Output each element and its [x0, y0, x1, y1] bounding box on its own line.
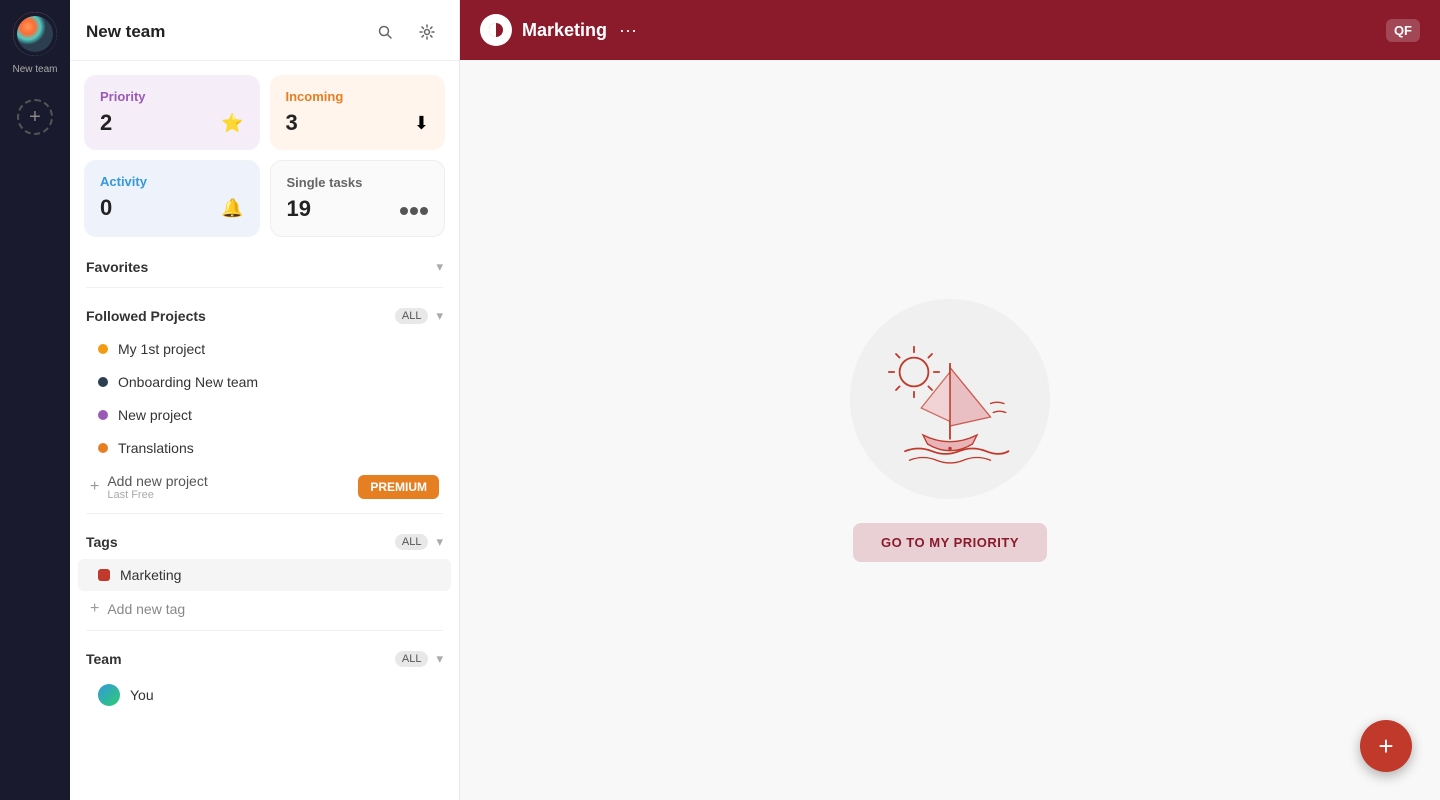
project-item-1st[interactable]: My 1st project: [78, 333, 451, 365]
incoming-row: 3 ⬇: [286, 110, 430, 136]
priority-row: 2 ⭐: [100, 110, 244, 136]
project-item-new[interactable]: New project: [78, 399, 451, 431]
add-tag-icon: +: [90, 600, 99, 618]
member-avatar: [98, 684, 120, 706]
priority-label: Priority: [100, 89, 244, 104]
illustration-container: [850, 299, 1050, 499]
team-header-right: ALL ▾: [395, 651, 443, 667]
qf-label: QF: [1394, 23, 1412, 38]
search-button[interactable]: [369, 16, 401, 48]
activity-count: 0: [100, 195, 112, 221]
add-icon: +: [90, 478, 99, 496]
add-tag-item[interactable]: + Add new tag: [70, 592, 459, 626]
team-section-header[interactable]: Team ALL ▾: [70, 635, 459, 675]
favorites-chevron: ▾: [436, 259, 443, 275]
followed-projects-chevron: ▾: [436, 308, 443, 324]
project-label: Translations: [118, 440, 194, 456]
single-tasks-label: Single tasks: [287, 175, 429, 190]
team-member-you[interactable]: You: [78, 676, 451, 714]
fab-button[interactable]: +: [1360, 720, 1412, 772]
add-project-item[interactable]: + Add new project Last Free PREMIUM: [70, 465, 459, 509]
header-logo: [480, 14, 512, 46]
team-badge: ALL: [395, 651, 429, 667]
sidebar: New team Priority 2 ⭐: [70, 0, 460, 800]
add-tag-label: Add new tag: [107, 601, 185, 617]
more-options-button[interactable]: ···: [619, 20, 637, 41]
sailboat-illustration: [860, 309, 1040, 489]
favorites-section-header[interactable]: Favorites ▾: [70, 243, 459, 283]
activity-icon: 🔔: [221, 198, 243, 219]
team-title: Team: [86, 651, 122, 667]
avatar[interactable]: [13, 12, 57, 56]
project-label: My 1st project: [118, 341, 205, 357]
projects-list: My 1st project Onboarding New team New p…: [70, 332, 459, 509]
tags-title: Tags: [86, 534, 118, 550]
tags-header-right: ALL ▾: [395, 534, 443, 550]
project-label: New project: [118, 407, 192, 423]
divider-2: [86, 513, 443, 514]
tags-section-header[interactable]: Tags ALL ▾: [70, 518, 459, 558]
tag-item-marketing[interactable]: Marketing: [78, 559, 451, 591]
activity-card[interactable]: Activity 0 🔔: [84, 160, 260, 237]
sidebar-header-icons: [369, 16, 443, 48]
main-header-title: Marketing: [522, 20, 607, 41]
followed-projects-section-header[interactable]: Followed Projects ALL ▾: [70, 292, 459, 332]
followed-projects-header-right: ALL ▾: [395, 308, 443, 324]
search-icon: [377, 24, 393, 40]
project-dot: [98, 410, 108, 420]
priority-count: 2: [100, 110, 112, 136]
project-dot: [98, 377, 108, 387]
gear-icon: [419, 24, 435, 40]
tags-badge: ALL: [395, 534, 429, 550]
illustration-area: GO TO MY PRIORITY: [460, 60, 1440, 800]
project-item-translations[interactable]: Translations: [78, 432, 451, 464]
tags-chevron: ▾: [436, 534, 443, 550]
icon-bar: New team +: [0, 0, 70, 800]
project-item-onboarding[interactable]: Onboarding New team: [78, 366, 451, 398]
incoming-card[interactable]: Incoming 3 ⬇: [270, 75, 446, 150]
incoming-count: 3: [286, 110, 298, 136]
settings-button[interactable]: [411, 16, 443, 48]
project-dot: [98, 344, 108, 354]
sidebar-header: New team: [70, 0, 459, 61]
divider-1: [86, 287, 443, 288]
main-header: Marketing ··· QF: [460, 0, 1440, 60]
activity-row: 0 🔔: [100, 195, 244, 221]
go-to-priority-button[interactable]: GO TO MY PRIORITY: [853, 523, 1047, 562]
project-label: Onboarding New team: [118, 374, 258, 390]
favorites-header-left: Favorites: [86, 259, 148, 275]
fab-icon: +: [1378, 731, 1393, 762]
member-label: You: [130, 687, 154, 703]
sidebar-title: New team: [86, 22, 165, 42]
divider-3: [86, 630, 443, 631]
single-tasks-row: 19: [287, 196, 429, 222]
priority-icon: ⭐: [221, 113, 243, 134]
single-tasks-icon: [400, 203, 428, 215]
incoming-icon: ⬇: [414, 113, 429, 134]
stats-grid: Priority 2 ⭐ Incoming 3 ⬇ Activity 0 🔔 S…: [70, 61, 459, 243]
tag-dot: [98, 569, 110, 581]
followed-projects-title: Followed Projects: [86, 308, 206, 324]
add-team-button[interactable]: +: [17, 99, 53, 135]
team-chevron: ▾: [436, 651, 443, 667]
main-content: Marketing ··· QF: [460, 0, 1440, 800]
header-right-icon[interactable]: QF: [1386, 19, 1420, 42]
activity-label: Activity: [100, 174, 244, 189]
incoming-label: Incoming: [286, 89, 430, 104]
favorites-title: Favorites: [86, 259, 148, 275]
add-project-text: Add new project Last Free: [107, 473, 207, 501]
single-tasks-count: 19: [287, 196, 311, 222]
followed-projects-header-left: Followed Projects: [86, 308, 206, 324]
followed-projects-badge: ALL: [395, 308, 429, 324]
tag-label: Marketing: [120, 567, 181, 583]
add-project-label: Add new project: [107, 473, 207, 489]
priority-card[interactable]: Priority 2 ⭐: [84, 75, 260, 150]
icon-bar-team-label: New team: [12, 64, 57, 75]
single-tasks-card[interactable]: Single tasks 19: [270, 160, 446, 237]
premium-button[interactable]: PREMIUM: [358, 475, 439, 499]
add-project-sublabel: Last Free: [107, 489, 207, 501]
project-dot: [98, 443, 108, 453]
